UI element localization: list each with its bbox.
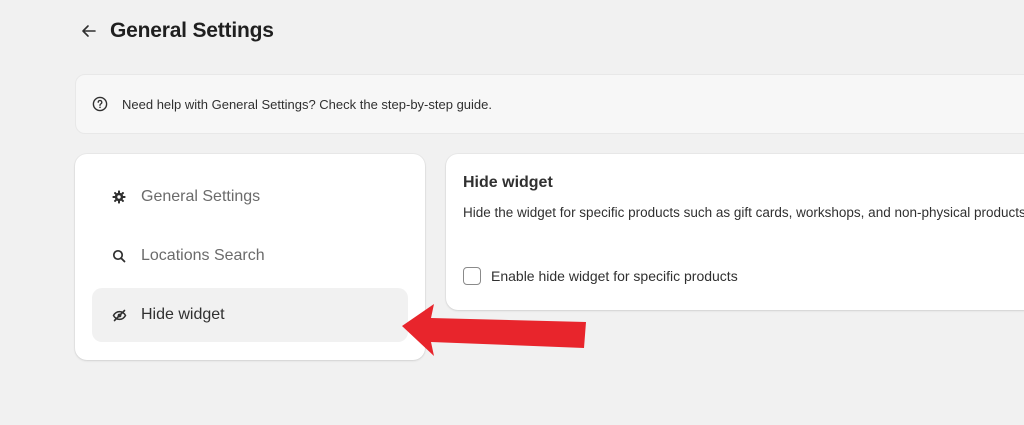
- back-button[interactable]: [78, 20, 100, 42]
- checkbox-label: Enable hide widget for specific products: [491, 268, 738, 284]
- question-circle-icon: [92, 95, 110, 113]
- help-banner: Need help with General Settings? Check t…: [75, 74, 1024, 134]
- search-icon: [111, 248, 127, 264]
- settings-sidebar: General Settings Locations Search Hide w…: [75, 154, 425, 360]
- help-text-link[interactable]: Need help with General Settings? Check t…: [122, 97, 492, 112]
- section-description: Hide the widget for specific products su…: [463, 205, 1024, 220]
- hide-widget-checkbox[interactable]: [463, 267, 481, 285]
- hide-widget-card: Hide widget Hide the widget for specific…: [446, 154, 1024, 310]
- page-title: General Settings: [110, 19, 274, 42]
- annotation-arrow: [402, 304, 586, 356]
- gear-icon: [111, 189, 127, 205]
- hide-widget-checkbox-row[interactable]: Enable hide widget for specific products: [463, 267, 738, 285]
- section-title: Hide widget: [463, 174, 553, 191]
- arrow-left-icon: [82, 25, 96, 37]
- sidebar-item-label: Hide widget: [141, 306, 225, 323]
- settings-page: General Settings Need help with General …: [0, 0, 1024, 425]
- sidebar-item-hide-widget[interactable]: Hide widget: [92, 288, 408, 342]
- eye-off-icon: [111, 307, 127, 323]
- sidebar-item-locations-search[interactable]: Locations Search: [92, 229, 408, 283]
- red-arrow-shape: [402, 304, 586, 356]
- sidebar-item-general-settings[interactable]: General Settings: [92, 170, 408, 224]
- page-header: General Settings: [78, 14, 274, 48]
- sidebar-item-label: Locations Search: [141, 247, 265, 264]
- sidebar-item-label: General Settings: [141, 188, 261, 205]
